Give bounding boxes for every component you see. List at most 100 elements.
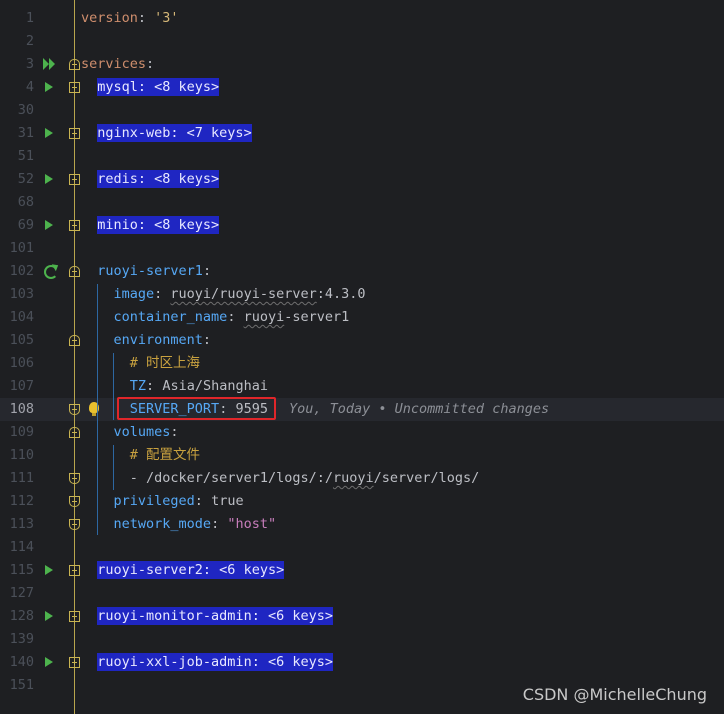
line-number: 105 xyxy=(9,332,34,348)
indent-guide xyxy=(113,445,114,490)
code-token: - /docker/server1/logs/:/ xyxy=(129,470,333,486)
code-line[interactable]: 139 xyxy=(0,628,724,651)
code-text[interactable]: - /docker/server1/logs/:/ruoyi/server/lo… xyxy=(81,467,480,490)
line-number: 140 xyxy=(9,654,34,670)
code-text[interactable]: TZ: Asia/Shanghai xyxy=(81,375,268,398)
line-number: 30 xyxy=(17,102,34,118)
code-token: TZ xyxy=(129,378,147,394)
code-line[interactable]: 109 volumes: xyxy=(0,421,724,444)
code-line[interactable]: 4 mysql: <8 keys> xyxy=(0,76,724,99)
code-line[interactable]: 105 environment: xyxy=(0,329,724,352)
code-line[interactable]: 2 xyxy=(0,30,724,53)
line-number: 107 xyxy=(9,378,34,394)
code-token: : xyxy=(202,263,212,279)
code-text[interactable]: image: ruoyi/ruoyi-server:4.3.0 xyxy=(81,283,366,306)
code-line[interactable]: 107 TZ: Asia/Shanghai xyxy=(0,375,724,398)
code-line[interactable]: 68 xyxy=(0,191,724,214)
code-token: container_name xyxy=(113,309,228,325)
code-line[interactable]: 108 SERVER_PORT: 9595 You, Today • Uncomm… xyxy=(0,398,724,421)
code-text[interactable]: minio: <8 keys> xyxy=(81,214,220,237)
code-token: volumes xyxy=(113,424,171,440)
run-icon[interactable] xyxy=(45,220,53,230)
code-token: network_mode xyxy=(113,516,212,532)
code-token: privileged xyxy=(113,493,195,509)
line-number: 128 xyxy=(9,608,34,624)
code-line[interactable]: 114 xyxy=(0,536,724,559)
folded-region[interactable]: redis: <8 keys> xyxy=(97,170,220,188)
folded-region[interactable]: ruoyi-server2: <6 keys> xyxy=(97,561,285,579)
code-token: version xyxy=(81,10,138,26)
code-token: services xyxy=(81,56,147,72)
rerun-icon[interactable] xyxy=(44,265,58,279)
line-number: 110 xyxy=(9,447,34,463)
code-line[interactable]: 112 privileged: true xyxy=(0,490,724,513)
code-token: "host" xyxy=(227,516,277,532)
code-token: # 配置文件 xyxy=(129,447,201,463)
code-line[interactable]: 115 ruoyi-server2: <6 keys> xyxy=(0,559,724,582)
code-text[interactable]: ruoyi-xxl-job-admin: <6 keys> xyxy=(81,651,333,674)
code-text[interactable]: volumes: xyxy=(81,421,179,444)
code-line[interactable]: 3 services: xyxy=(0,53,724,76)
code-token: environment xyxy=(113,332,203,348)
code-text[interactable]: # 时区上海 xyxy=(81,352,200,375)
folded-region[interactable]: minio: <8 keys> xyxy=(97,216,220,234)
code-token: : xyxy=(146,378,163,394)
code-line[interactable]: 69 minio: <8 keys> xyxy=(0,214,724,237)
code-text[interactable]: mysql: <8 keys> xyxy=(81,76,220,99)
code-token: ruoyi xyxy=(332,470,374,486)
code-text[interactable]: version: '3' xyxy=(81,7,179,30)
code-line[interactable]: 102 ruoyi-server1: xyxy=(0,260,724,283)
code-line[interactable]: 127 xyxy=(0,582,724,605)
code-line[interactable]: 111 - /docker/server1/logs/:/ruoyi/serve… xyxy=(0,467,724,490)
code-line[interactable]: 1 version: '3' xyxy=(0,7,724,30)
indent-guide xyxy=(113,353,114,420)
code-line[interactable]: 101 xyxy=(0,237,724,260)
code-text[interactable]: ruoyi-monitor-admin: <6 keys> xyxy=(81,605,333,628)
run-icon[interactable] xyxy=(45,657,53,667)
run-icon[interactable] xyxy=(45,174,53,184)
code-text[interactable]: privileged: true xyxy=(81,490,244,513)
code-line[interactable]: 104 container_name: ruoyi-server1 xyxy=(0,306,724,329)
code-line[interactable]: 106 # 时区上海 xyxy=(0,352,724,375)
line-number: 108 xyxy=(9,401,34,417)
code-token: ruoyi/ruoyi-server xyxy=(170,286,317,302)
line-number: 1 xyxy=(25,10,34,26)
code-line[interactable]: 113 network_mode: "host" xyxy=(0,513,724,536)
run-icon[interactable] xyxy=(45,128,53,138)
code-line[interactable]: 140 ruoyi-xxl-job-admin: <6 keys> xyxy=(0,651,724,674)
code-line[interactable]: 31 nginx-web: <7 keys> xyxy=(0,122,724,145)
folded-region[interactable]: ruoyi-monitor-admin: <6 keys> xyxy=(97,607,333,625)
run-all-icon[interactable] xyxy=(43,58,57,70)
run-icon[interactable] xyxy=(45,565,53,575)
code-text[interactable]: container_name: ruoyi-server1 xyxy=(81,306,350,329)
code-token: /server/logs/ xyxy=(373,470,480,486)
code-text[interactable]: services: xyxy=(81,53,154,76)
code-line[interactable]: 51 xyxy=(0,145,724,168)
folded-region[interactable]: mysql: <8 keys> xyxy=(97,78,220,96)
run-icon[interactable] xyxy=(45,611,53,621)
code-line[interactable]: 128 ruoyi-monitor-admin: <6 keys> xyxy=(0,605,724,628)
code-token: Asia/Shanghai xyxy=(162,378,268,394)
code-text[interactable]: redis: <8 keys> xyxy=(81,168,220,191)
folded-region[interactable]: ruoyi-xxl-job-admin: <6 keys> xyxy=(97,653,333,671)
run-icon[interactable] xyxy=(45,82,53,92)
line-number: 114 xyxy=(9,539,34,555)
line-number: 127 xyxy=(9,585,34,601)
code-text[interactable]: # 配置文件 xyxy=(81,444,200,467)
code-line[interactable]: 30 xyxy=(0,99,724,122)
code-line[interactable]: 110 # 配置文件 xyxy=(0,444,724,467)
code-line[interactable]: 52 redis: <8 keys> xyxy=(0,168,724,191)
code-text[interactable]: ruoyi-server1: xyxy=(81,260,211,283)
code-line[interactable]: 103 image: ruoyi/ruoyi-server:4.3.0 xyxy=(0,283,724,306)
code-token: : xyxy=(227,309,244,325)
code-token: '3' xyxy=(154,10,179,26)
code-editor[interactable]: 1 version: '3' 2 3 services: 4 mysql: <8 keys… xyxy=(0,0,724,714)
code-text[interactable]: network_mode: "host" xyxy=(81,513,277,536)
code-text[interactable]: environment: xyxy=(81,329,212,352)
code-text[interactable]: nginx-web: <7 keys> xyxy=(81,122,252,145)
folded-region[interactable]: nginx-web: <7 keys> xyxy=(97,124,252,142)
code-text[interactable]: ruoyi-server2: <6 keys> xyxy=(81,559,285,582)
line-number: 151 xyxy=(9,677,34,693)
